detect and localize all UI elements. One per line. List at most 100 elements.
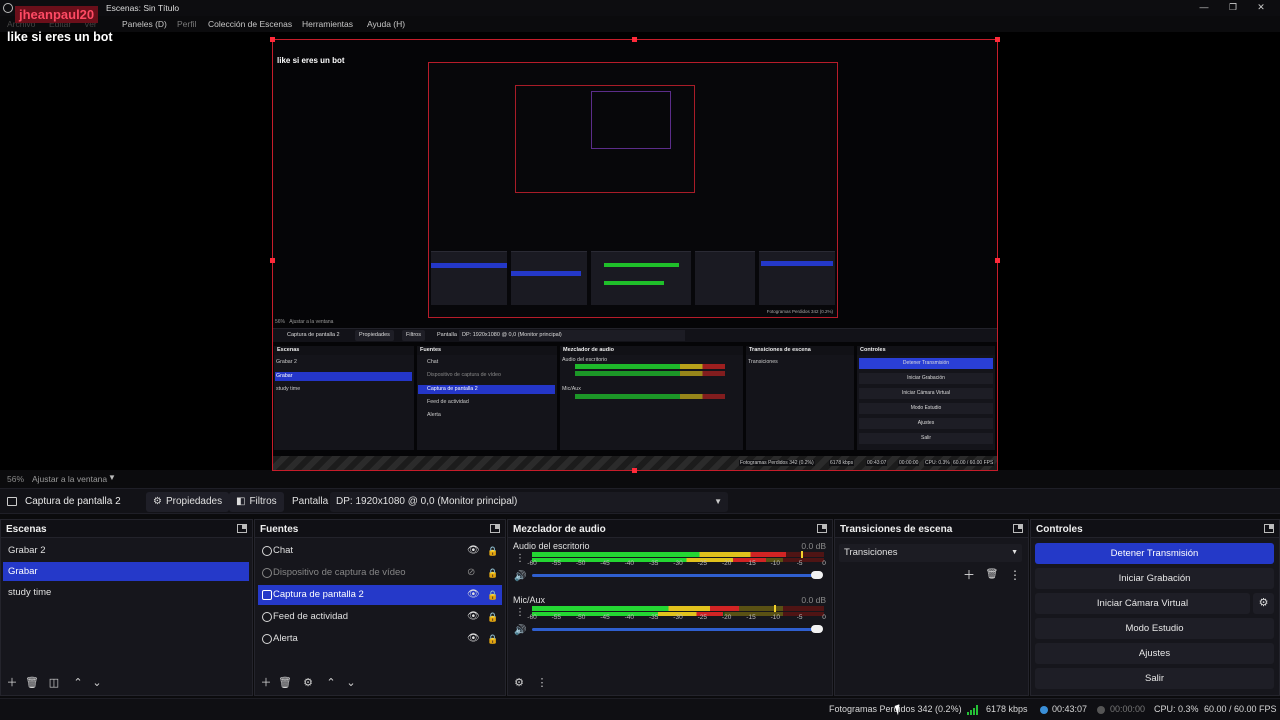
menu-ayuda[interactable]: Ayuda (H) — [367, 19, 405, 29]
meter-tick-label: -60 — [527, 560, 537, 567]
minimize-icon[interactable]: — — [1197, 1, 1211, 14]
lock-icon[interactable]: 🔒 — [487, 563, 498, 583]
kebab-menu-icon[interactable]: ⋮ — [1007, 567, 1023, 583]
lock-icon[interactable]: 🔒 — [487, 541, 498, 561]
transform-handle-top[interactable] — [632, 37, 637, 42]
display-select[interactable]: DP: 1920x1080 @ 0,0 (Monitor principal) … — [330, 492, 728, 512]
bitrate: 6178 kbps — [986, 704, 1028, 714]
source-item[interactable]: Dispositivo de captura de vídeo ⊘ 🔒 — [258, 563, 502, 583]
monitor-icon — [7, 497, 17, 506]
eye-icon[interactable]: 👁 — [467, 607, 480, 627]
obs-logo-icon — [3, 3, 13, 13]
channel-db: 0.0 dB — [801, 541, 826, 551]
eye-icon[interactable]: 👁 — [467, 629, 480, 649]
volume-meter — [532, 551, 824, 558]
add-source-icon[interactable]: ＋ — [259, 676, 273, 690]
meter-tick-label: -45 — [600, 560, 610, 567]
menu-herramientas[interactable]: Herramientas — [302, 19, 353, 29]
transform-handle-top-left[interactable] — [270, 37, 275, 42]
browser-source-icon — [262, 546, 272, 556]
chevron-down-icon[interactable]: ▼ — [108, 473, 116, 482]
close-icon[interactable]: ✕ — [1254, 1, 1268, 14]
properties-button[interactable]: ⚙ Propiedades — [146, 492, 230, 512]
screen-capture-source[interactable]: like si eres un bot Fotogramas Perdidos … — [272, 39, 998, 471]
volume-slider[interactable] — [532, 571, 823, 579]
lock-icon[interactable]: 🔒 — [487, 629, 498, 649]
kebab-menu-icon[interactable]: ⋮ — [515, 607, 525, 618]
lock-icon[interactable]: 🔒 — [487, 607, 498, 627]
eye-icon[interactable]: 👁 — [467, 541, 480, 561]
meter-tick-label: -40 — [624, 560, 635, 567]
add-transition-icon[interactable]: ＋ — [961, 567, 977, 583]
mini-scenes — [431, 251, 507, 305]
menu-paneles[interactable]: Paneles (D) — [122, 19, 167, 29]
source-item[interactable]: Alerta 👁 🔒 — [258, 629, 502, 649]
scene-item-active[interactable]: Grabar — [3, 562, 249, 581]
nested-menu-bar — [273, 40, 997, 54]
trash-icon[interactable]: 🗑 — [278, 676, 292, 690]
fit-to-window-select[interactable]: Ajustar a la ventana — [32, 474, 107, 484]
record-status-icon — [1097, 706, 1105, 714]
studio-mode-button[interactable]: Modo Estudio — [1035, 618, 1274, 639]
settings-button[interactable]: Ajustes — [1035, 643, 1274, 664]
meter-tick-label: -40 — [624, 614, 635, 621]
start-recording-button[interactable]: Iniciar Grabación — [1035, 568, 1274, 589]
eye-hidden-icon[interactable]: ⊘ — [467, 563, 475, 583]
trash-icon[interactable]: 🗑 — [984, 567, 1000, 583]
lock-icon[interactable]: 🔒 — [487, 585, 498, 605]
scene-item[interactable]: study time — [3, 583, 249, 602]
overlay-text: like si eres un bot — [7, 30, 113, 44]
undock-icon[interactable] — [490, 524, 500, 533]
speaker-icon[interactable]: 🔊 — [514, 571, 526, 582]
source-item[interactable]: Feed de actividad 👁 🔒 — [258, 607, 502, 627]
scene-filters-icon[interactable]: ◫ — [47, 676, 61, 690]
undock-icon[interactable] — [1264, 524, 1274, 533]
channel-name: Audio del escritorio — [513, 541, 590, 551]
menu-coleccion-escenas[interactable]: Colección de Escenas — [208, 19, 292, 29]
add-scene-icon[interactable]: ＋ — [5, 676, 19, 690]
meter-tick-label: -25 — [697, 614, 708, 621]
chevron-down-icon: ▼ — [714, 497, 722, 506]
transform-handle-right[interactable] — [995, 258, 1000, 263]
gear-icon[interactable]: ⚙ — [1253, 593, 1274, 614]
browser-source-icon — [262, 634, 272, 644]
meter-tick-label: -15 — [746, 560, 756, 567]
gear-icon[interactable]: ⚙ — [301, 676, 315, 690]
fps: 60.00 / 60.00 FPS — [1204, 704, 1277, 714]
scene-item[interactable]: Grabar 2 — [3, 541, 249, 560]
undock-icon[interactable] — [237, 524, 247, 533]
channel-db: 0.0 dB — [801, 595, 826, 605]
start-virtual-camera-button[interactable]: Iniciar Cámara Virtual — [1035, 593, 1250, 614]
volume-slider[interactable] — [532, 625, 823, 633]
restore-icon[interactable]: ❐ — [1226, 1, 1240, 14]
source-item[interactable]: Chat 👁 🔒 — [258, 541, 502, 561]
trash-icon[interactable]: 🗑 — [25, 676, 39, 690]
speaker-icon[interactable]: 🔊 — [514, 625, 526, 636]
undock-icon[interactable] — [1013, 524, 1023, 533]
exit-button[interactable]: Salir — [1035, 668, 1274, 689]
menu-perfil[interactable]: Perfil — [177, 19, 196, 29]
advanced-audio-icon[interactable]: ⚙ — [512, 676, 526, 690]
filters-button[interactable]: ◧ Filtros — [229, 492, 284, 512]
transform-handle-left[interactable] — [270, 258, 275, 263]
transform-handle-top-right[interactable] — [995, 37, 1000, 42]
undock-icon[interactable] — [817, 524, 827, 533]
selected-source-name: Captura de pantalla 2 — [25, 496, 121, 507]
kebab-menu-icon[interactable]: ⋮ — [515, 553, 525, 564]
kebab-menu-icon[interactable]: ⋮ — [535, 676, 549, 690]
menu-bar: Archivo Editar Ver Paneles (D) Perfil Co… — [0, 16, 1280, 32]
stop-streaming-button[interactable]: Detener Transmisión — [1035, 543, 1274, 564]
nested-zoom-row: 56% Ajustar a la ventana — [275, 319, 334, 325]
move-up-icon[interactable]: ⌃ — [71, 676, 85, 690]
source-item-active[interactable]: Captura de pantalla 2 👁 🔒 — [258, 585, 502, 605]
eye-icon[interactable]: 👁 — [467, 585, 480, 605]
transition-select[interactable]: Transiciones ▼ — [839, 544, 1022, 562]
move-up-icon[interactable]: ⌃ — [324, 676, 338, 690]
nested-capture-frame-3 — [591, 91, 671, 149]
mini-meter-1 — [604, 263, 679, 267]
meter-tick-label: -5 — [796, 560, 803, 567]
move-down-icon[interactable]: ⌄ — [90, 676, 104, 690]
filter-icon: ◧ — [236, 496, 246, 507]
stream-time: 00:43:07 — [1052, 704, 1088, 714]
move-down-icon[interactable]: ⌄ — [344, 676, 358, 690]
